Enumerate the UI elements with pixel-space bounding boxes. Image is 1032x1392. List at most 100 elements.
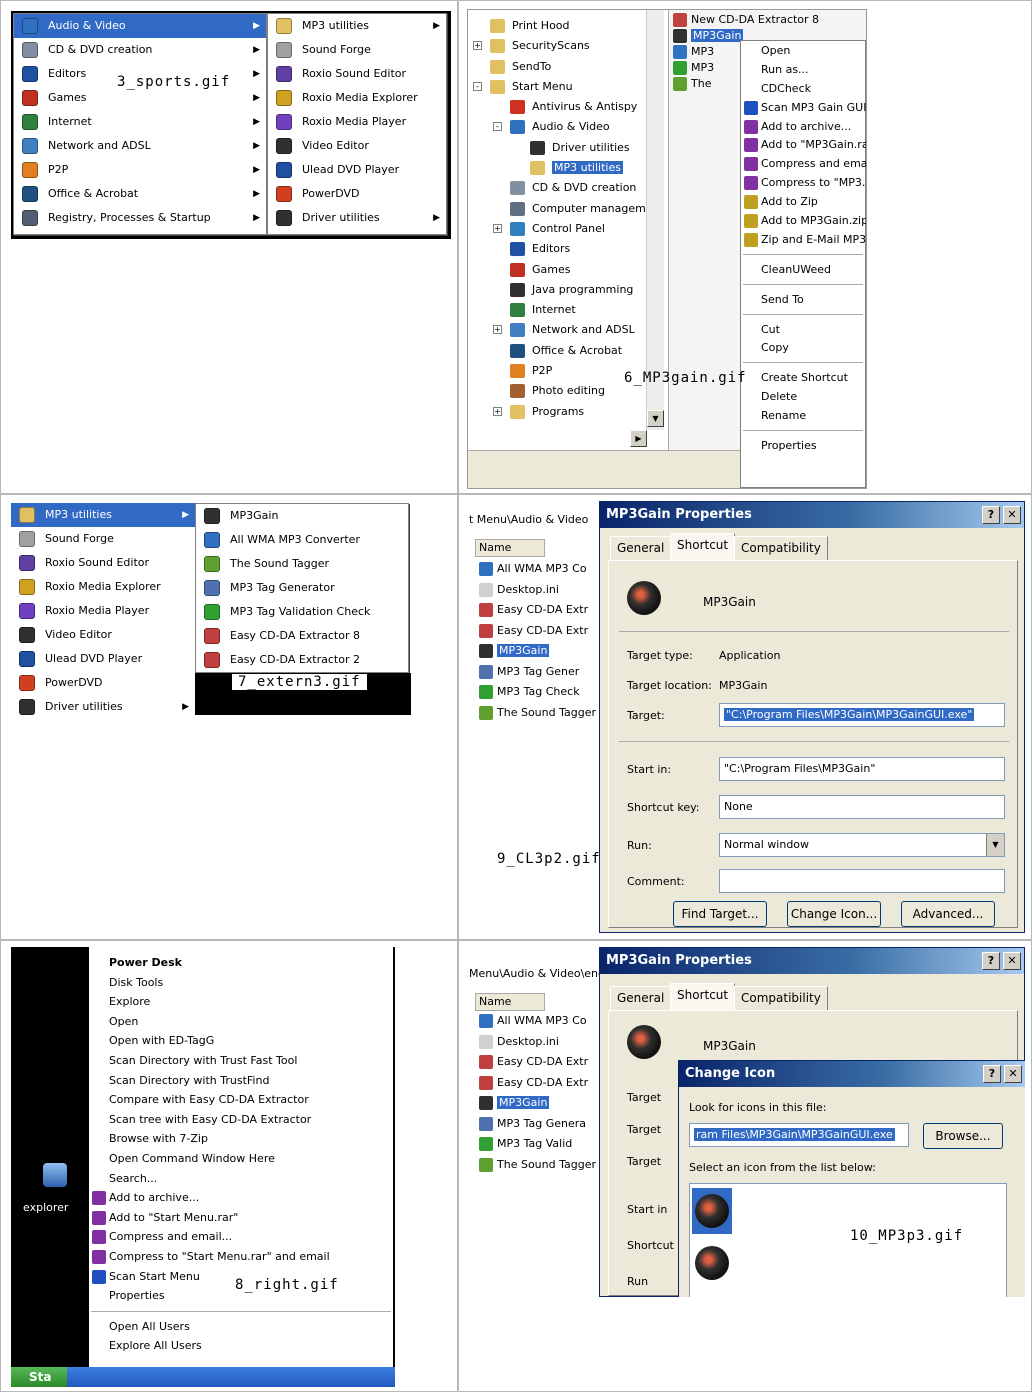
context-menu-item[interactable]: Copy bbox=[741, 338, 865, 357]
menu-item[interactable]: Internet ▶ bbox=[14, 110, 266, 134]
menu-item[interactable]: Roxio Media Player bbox=[268, 110, 446, 134]
menu-item[interactable]: Sound Forge bbox=[11, 527, 195, 551]
context-menu-item[interactable]: Send To bbox=[741, 290, 865, 309]
menu-item[interactable]: CD & DVD creation ▶ bbox=[14, 38, 266, 62]
context-menu-item[interactable]: Add to Zip bbox=[741, 192, 865, 211]
tree-item[interactable]: Office & Acrobat bbox=[468, 341, 664, 361]
browse-button[interactable]: Browse... bbox=[923, 1123, 1003, 1149]
icon-list-item-selected[interactable] bbox=[692, 1188, 732, 1234]
tab-compatibility[interactable]: Compatibility bbox=[734, 986, 828, 1010]
menu-item[interactable]: PowerDVD bbox=[268, 182, 446, 206]
menu-item[interactable]: Office & Acrobat ▶ bbox=[14, 182, 266, 206]
context-menu-item[interactable]: Compare with Easy CD-DA Extractor bbox=[89, 1090, 393, 1110]
context-menu-item[interactable]: Scan Directory with TrustFind bbox=[89, 1071, 393, 1091]
tree-item[interactable]: + Network and ADSL bbox=[468, 320, 664, 340]
context-menu-item[interactable]: Search... bbox=[89, 1169, 393, 1189]
tree-item[interactable]: Java programming bbox=[468, 280, 664, 300]
tree-item[interactable]: + SecurityScans bbox=[468, 36, 664, 56]
tab-general[interactable]: General bbox=[610, 986, 672, 1010]
menu-item[interactable]: Roxio Sound Editor bbox=[268, 62, 446, 86]
list-item[interactable]: All WMA MP3 Co bbox=[475, 559, 607, 580]
context-menu-item[interactable]: Compress and email... bbox=[741, 154, 866, 173]
menu-item[interactable]: Registry, Processes & Startup ▶ bbox=[14, 206, 266, 230]
menu-item[interactable]: Driver utilities ▶ bbox=[11, 695, 195, 715]
context-menu-item[interactable]: Explore bbox=[89, 992, 393, 1012]
list-item[interactable]: Desktop.ini bbox=[475, 580, 607, 601]
tree-item[interactable]: Print Hood bbox=[468, 16, 664, 36]
icon-list-item[interactable] bbox=[692, 1240, 732, 1286]
context-menu-item[interactable]: Rename bbox=[741, 406, 865, 425]
close-button[interactable]: ✕ bbox=[1003, 952, 1021, 970]
tree-scrollbar[interactable]: ▼ bbox=[646, 10, 664, 430]
list-item[interactable]: Easy CD-DA Extr bbox=[475, 1073, 607, 1094]
menu-item[interactable]: MP3 Tag Validation Check bbox=[196, 600, 408, 624]
comment-input[interactable] bbox=[719, 869, 1005, 893]
tree-item[interactable]: + Control Panel bbox=[468, 219, 664, 239]
context-menu-item[interactable]: Properties bbox=[741, 436, 865, 455]
context-menu-item[interactable]: Open bbox=[89, 1012, 393, 1032]
help-button[interactable]: ? bbox=[982, 506, 1000, 524]
list-item[interactable]: Easy CD-DA Extr bbox=[475, 1052, 607, 1073]
file-item[interactable]: The bbox=[669, 76, 749, 92]
context-menu-item[interactable]: Scan Directory with Trust Fast Tool bbox=[89, 1051, 393, 1071]
file-item[interactable]: MP3 bbox=[669, 44, 749, 60]
context-menu-item[interactable]: Scan tree with Easy CD-DA Extractor bbox=[89, 1110, 393, 1130]
tree-item[interactable]: - Start Menu bbox=[468, 77, 664, 97]
context-menu-item[interactable]: Scan MP3 Gain GUI bbox=[741, 98, 866, 117]
list-item[interactable]: MP3 Tag Valid bbox=[475, 1134, 607, 1155]
file-item[interactable]: New CD-DA Extractor 8 bbox=[669, 12, 819, 28]
tab-shortcut[interactable]: Shortcut bbox=[670, 533, 736, 560]
name-column-header[interactable]: Name bbox=[475, 993, 545, 1011]
list-item[interactable]: MP3 Tag Check bbox=[475, 682, 607, 703]
context-menu-item[interactable]: Disk Tools bbox=[89, 973, 393, 993]
tab-compatibility[interactable]: Compatibility bbox=[734, 536, 828, 560]
context-menu-item[interactable]: Add to archive... bbox=[89, 1188, 393, 1208]
menu-item[interactable]: Network and ADSL ▶ bbox=[14, 134, 266, 158]
context-menu-item[interactable]: Compress to "Start Menu.rar" and email bbox=[89, 1247, 393, 1267]
menu-item[interactable]: PowerDVD bbox=[11, 671, 195, 695]
list-item[interactable]: MP3Gain bbox=[475, 1093, 607, 1114]
context-menu-item[interactable]: Explore All Users bbox=[89, 1336, 393, 1356]
expand-icon[interactable]: + bbox=[493, 406, 502, 416]
list-item[interactable]: MP3Gain bbox=[475, 641, 607, 662]
menu-item[interactable]: Ulead DVD Player bbox=[11, 647, 195, 671]
context-menu-item[interactable]: Open All Users bbox=[89, 1317, 393, 1337]
context-menu-item[interactable]: CleanUWeed bbox=[741, 260, 865, 279]
menu-item[interactable]: The Sound Tagger bbox=[196, 552, 408, 576]
advanced-button[interactable]: Advanced... bbox=[901, 901, 995, 927]
context-menu-item[interactable]: Browse with 7-Zip bbox=[89, 1129, 393, 1149]
context-menu-item[interactable]: Open with ED-TagG bbox=[89, 1031, 393, 1051]
menu-item[interactable]: Roxio Media Explorer bbox=[268, 86, 446, 110]
context-menu-item[interactable]: Cut bbox=[741, 320, 865, 339]
menu-item[interactable]: MP3 utilities ▶ bbox=[11, 503, 195, 527]
list-item[interactable]: Easy CD-DA Extr bbox=[475, 621, 607, 642]
context-menu-item[interactable]: Delete bbox=[741, 387, 865, 406]
list-item[interactable]: The Sound Tagger bbox=[475, 703, 607, 724]
collapse-icon[interactable]: - bbox=[473, 81, 482, 91]
menu-item[interactable]: MP3Gain bbox=[196, 504, 408, 528]
menu-item[interactable]: Roxio Media Explorer bbox=[11, 575, 195, 599]
file-item[interactable]: MP3 bbox=[669, 60, 749, 76]
list-item[interactable]: Easy CD-DA Extr bbox=[475, 600, 607, 621]
file-item[interactable]: MP3Gain bbox=[669, 28, 749, 44]
tree-item[interactable]: MP3 utilities bbox=[468, 158, 664, 178]
context-menu-item[interactable]: Add to archive... bbox=[741, 117, 865, 136]
tree-item[interactable]: Driver utilities bbox=[468, 138, 664, 158]
context-menu-item[interactable]: Compress and email... bbox=[89, 1227, 393, 1247]
tree-item[interactable]: Computer management bbox=[468, 199, 664, 219]
scroll-down-icon[interactable]: ▼ bbox=[647, 410, 664, 427]
close-button[interactable]: ✕ bbox=[1003, 506, 1021, 524]
context-menu-item[interactable]: Add to "MP3Gain.rar" bbox=[741, 135, 866, 154]
menu-item[interactable]: Sound Forge bbox=[268, 38, 446, 62]
menu-item[interactable]: Video Editor bbox=[268, 134, 446, 158]
context-menu-item[interactable]: Zip and E-Mail MP3 bbox=[741, 230, 866, 249]
icon-list[interactable]: 10_MP3p3.gif bbox=[689, 1183, 1007, 1297]
scroll-right-icon[interactable]: ▶ bbox=[630, 430, 647, 447]
tree-item[interactable]: Internet bbox=[468, 300, 664, 320]
context-menu-item[interactable]: Open bbox=[741, 41, 865, 60]
context-menu-item[interactable]: Open Command Window Here bbox=[89, 1149, 393, 1169]
list-item[interactable]: Desktop.ini bbox=[475, 1032, 607, 1053]
context-menu-item[interactable]: Add to MP3Gain.zip bbox=[741, 211, 866, 230]
shortcut-key-input[interactable]: None bbox=[719, 795, 1005, 819]
menu-item[interactable]: MP3 utilities ▶ bbox=[268, 14, 446, 38]
